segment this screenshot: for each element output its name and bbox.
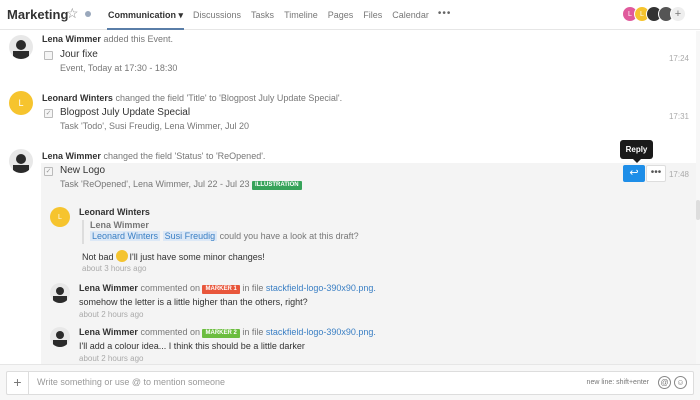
quote-text: Leonard Winters Susi Freudig could you h… [90,231,359,241]
more-options-button[interactable]: ••• [646,165,666,182]
comment-text: I'll add a colour idea... I think this s… [79,341,305,351]
event-headline: Lena Wimmer added this Event. [42,34,173,44]
composer-box: + new line: shift+enter @ ☺ [6,371,694,395]
clapping-emoji-icon [115,250,128,262]
comment-text: Not bad I'll just have some minor changes… [82,250,265,262]
marker-badge[interactable]: MARKER 1 [202,285,240,294]
tab-pages[interactable]: Pages [327,0,355,30]
event-headline: Lena Wimmer changed the field 'Status' t… [42,151,266,161]
comment-text: somehow the letter is a little higher th… [79,297,308,307]
mention-icon[interactable]: @ [658,376,671,389]
file-link[interactable]: stackfield-logo-390x90.png. [266,327,376,337]
task-subtitle: Task 'ReOpened', Lena Wimmer, Jul 22 - J… [60,179,302,190]
label-badge[interactable]: ILLUSTRATION [252,181,302,190]
scrollbar-thumb[interactable] [696,200,700,220]
composer-bar: + new line: shift+enter @ ☺ [0,364,700,400]
star-icon[interactable]: ☆ [66,5,79,22]
quote-author: Lena Wimmer [90,220,149,230]
more-tabs-icon[interactable]: ••• [438,0,452,30]
file-link[interactable]: stackfield-logo-390x90.png. [266,283,376,293]
activity-feed: Lena Wimmer added this Event. Jour fixe … [0,31,700,364]
comment-headline: Lena Wimmer commented on MARKER 2 in fil… [79,327,376,338]
mention[interactable]: Susi Freudig [162,231,218,241]
reply-tooltip: Reply [620,140,653,163]
comment-time: about 3 hours ago [82,264,147,273]
avatar [50,283,70,303]
event-time: 17:31 [668,112,689,121]
main-nav: Communication ▾ Discussions Tasks Timeli… [107,0,451,30]
attach-plus-button[interactable]: + [7,372,29,394]
comment-author[interactable]: Leonard Winters [79,207,150,217]
comment-author[interactable]: Lena Wimmer [79,327,138,337]
message-input[interactable] [37,377,537,387]
task-checkbox[interactable]: ✓ [44,109,53,118]
task-subtitle: Task 'Todo', Susi Freudig, Lena Wimmer, … [60,121,250,131]
header: Marketing ☆ Communication ▾ Discussions … [0,0,700,30]
task-title[interactable]: New Logo [60,165,105,176]
event-headline: Leonard Winters changed the field 'Title… [42,93,343,103]
avatar [9,35,33,59]
tab-calendar[interactable]: Calendar [391,0,430,30]
avatar [9,149,33,173]
tab-files[interactable]: Files [362,0,383,30]
status-dot [85,11,91,17]
calendar-icon [44,51,53,60]
event-author[interactable]: Lena Wimmer [42,34,101,44]
event-time: 17:24 [668,54,689,63]
comment-author[interactable]: Lena Wimmer [79,283,138,293]
avatar: L [50,207,70,227]
emoji-icon[interactable]: ☺ [674,376,687,389]
tab-timeline[interactable]: Timeline [283,0,319,30]
mention[interactable]: Leonard Winters [90,231,161,241]
member-avatars: L L + [622,6,686,22]
comment-time: about 2 hours ago [79,310,144,319]
marker-badge[interactable]: MARKER 2 [202,329,240,338]
avatar: L [9,91,33,115]
event-subtitle: Event, Today at 17:30 - 18:30 [60,63,178,73]
event-time: 17:48 [668,170,689,179]
add-member-button[interactable]: + [670,6,686,22]
newline-hint: new line: shift+enter [586,379,649,386]
reply-icon: ↩ [629,167,639,179]
avatar [50,327,70,347]
task-checkbox[interactable]: ✓ [44,167,53,176]
project-title: Marketing [7,7,69,22]
tab-communication[interactable]: Communication ▾ [107,0,185,30]
comment-time: about 2 hours ago [79,354,144,363]
feed-scrollbar[interactable] [696,31,700,364]
more-icon: ••• [650,167,662,178]
task-title[interactable]: Blogpost July Update Special [60,107,190,118]
tab-discussions[interactable]: Discussions [192,0,242,30]
comment-headline: Lena Wimmer commented on MARKER 1 in fil… [79,283,376,294]
event-author[interactable]: Lena Wimmer [42,151,101,161]
tab-tasks[interactable]: Tasks [250,0,275,30]
event-author[interactable]: Leonard Winters [42,93,113,103]
quote-block: Lena Wimmer Leonard Winters Susi Freudig… [82,220,359,244]
event-title[interactable]: Jour fixe [60,49,98,60]
reply-button[interactable]: ↩ [623,165,645,182]
